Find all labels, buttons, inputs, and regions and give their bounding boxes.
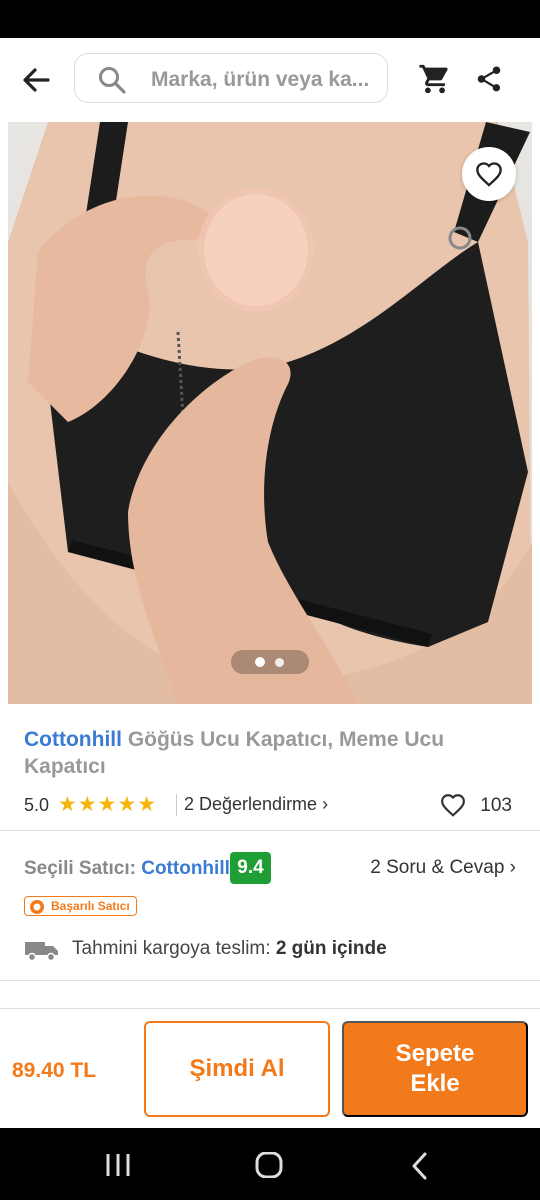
- price: 89.40 TL: [12, 1059, 97, 1082]
- recent-apps-icon[interactable]: [104, 1152, 132, 1178]
- favorite-button[interactable]: [462, 147, 516, 201]
- search-icon: [99, 67, 126, 94]
- qa-link[interactable]: 2 Soru & Cevap ›: [370, 857, 516, 879]
- search-input[interactable]: Marka, ürün veya ka...: [74, 53, 388, 103]
- purchase-bar: 89.40 TL Şimdi Al Sepete Ekle: [0, 1008, 540, 1128]
- product-brand-link[interactable]: Cottonhill: [24, 728, 122, 751]
- heart-icon: [476, 162, 502, 187]
- back-nav-icon[interactable]: [410, 1152, 430, 1180]
- buy-now-button[interactable]: Şimdi Al: [144, 1021, 330, 1117]
- like-heart-icon[interactable]: [440, 793, 466, 822]
- pager-dot[interactable]: [275, 658, 284, 667]
- top-bar: Marka, ürün veya ka...: [0, 38, 540, 122]
- system-nav-bar: [0, 1128, 540, 1200]
- search-placeholder: Marka, ürün veya ka...: [151, 68, 370, 91]
- seller-label: Seçili Satıcı:: [24, 858, 136, 879]
- reviews-link[interactable]: 2 Değerlendirme ›: [184, 794, 328, 815]
- image-pager: [231, 650, 309, 674]
- cart-icon[interactable]: [418, 62, 452, 101]
- rating-row: 5.0 ★★★★★ 2 Değerlendirme › 103: [24, 792, 516, 820]
- product-image[interactable]: [8, 122, 532, 704]
- seller-info: Seçili Satıcı: Cottonhill: [24, 858, 230, 880]
- pager-dot-active[interactable]: [255, 657, 265, 667]
- badge-label: Başarılı Satıcı: [51, 899, 130, 913]
- seller-name-link[interactable]: Cottonhill: [141, 858, 230, 879]
- section-divider: [0, 980, 540, 981]
- product-title: Cottonhill Göğüs Ucu Kapatıcı, Meme Ucu …: [24, 726, 504, 780]
- successful-seller-badge: Başarılı Satıcı: [24, 896, 137, 916]
- rating-stars: ★★★★★: [58, 793, 158, 816]
- shipping-label: Tahmini kargoya teslim:: [72, 938, 271, 959]
- medal-icon: [30, 900, 44, 914]
- status-bar: [0, 0, 540, 38]
- truck-icon: [24, 940, 60, 967]
- divider: [176, 794, 177, 816]
- shipping-estimate: Tahmini kargoya teslim: 2 gün içinde: [72, 938, 387, 960]
- home-icon[interactable]: [255, 1152, 283, 1178]
- section-divider: [0, 830, 540, 831]
- seller-score-badge: 9.4: [230, 852, 271, 884]
- share-icon[interactable]: [474, 62, 504, 101]
- rating-value: 5.0: [24, 795, 50, 815]
- back-arrow-icon[interactable]: [18, 62, 54, 98]
- add-to-cart-button[interactable]: Sepete Ekle: [342, 1021, 528, 1117]
- like-count: 103: [480, 795, 512, 816]
- shipping-value: 2 gün içinde: [275, 938, 387, 959]
